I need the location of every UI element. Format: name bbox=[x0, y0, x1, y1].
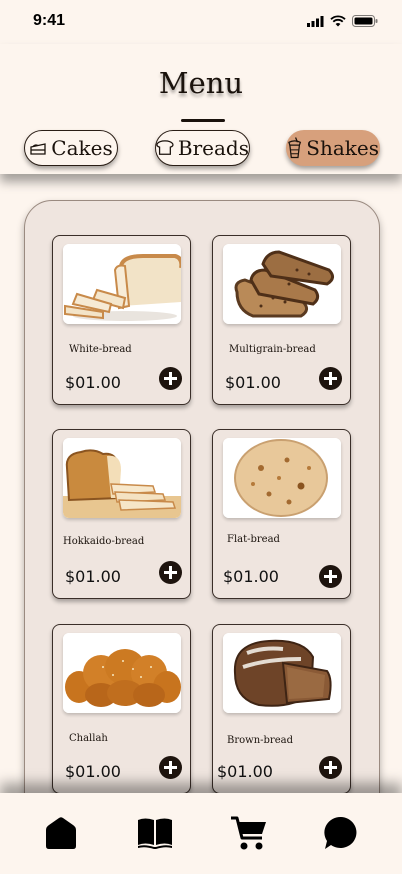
status-time: 9:41 bbox=[33, 12, 66, 29]
product-price: $01.00 bbox=[65, 567, 121, 586]
tab-cakes[interactable]: Cakes bbox=[24, 130, 118, 166]
product-panel[interactable]: White-bread $01.00 Multigrain-bread $01.… bbox=[24, 200, 380, 812]
flat-bread-image bbox=[223, 438, 341, 518]
tab-breads[interactable]: Breads bbox=[155, 130, 250, 166]
add-to-cart-button[interactable] bbox=[319, 565, 342, 588]
product-price: $01.00 bbox=[217, 762, 273, 781]
product-card[interactable]: Hokkaido-bread $01.00 bbox=[52, 429, 191, 599]
nav-cart[interactable] bbox=[229, 813, 269, 853]
product-name: White-bread bbox=[69, 344, 132, 355]
hokkaido-bread-image bbox=[63, 438, 181, 518]
product-card[interactable]: White-bread $01.00 bbox=[52, 235, 191, 405]
book-icon bbox=[138, 818, 172, 849]
product-price: $01.00 bbox=[225, 373, 281, 392]
product-name: Challah bbox=[69, 733, 108, 744]
status-icons bbox=[307, 15, 378, 27]
bread-icon bbox=[156, 140, 174, 155]
home-icon bbox=[46, 817, 76, 849]
add-to-cart-button[interactable] bbox=[159, 756, 182, 779]
signal-icon bbox=[307, 15, 324, 27]
product-price: $01.00 bbox=[223, 567, 279, 586]
multigrain-bread-image bbox=[223, 244, 341, 324]
white-bread-image bbox=[63, 244, 181, 324]
product-name: Hokkaido-bread bbox=[63, 536, 145, 547]
add-to-cart-button[interactable] bbox=[319, 367, 342, 390]
tab-shakes-label: Shakes bbox=[306, 136, 379, 160]
product-card[interactable]: Flat-bread $01.00 bbox=[212, 429, 351, 599]
product-price: $01.00 bbox=[65, 373, 121, 392]
product-card[interactable]: Multigrain-bread $01.00 bbox=[212, 235, 351, 405]
nav-home[interactable] bbox=[41, 813, 81, 853]
brown-bread-image bbox=[223, 633, 341, 713]
product-name: Brown-bread bbox=[227, 735, 293, 746]
shake-icon bbox=[288, 137, 302, 159]
add-to-cart-button[interactable] bbox=[319, 756, 342, 779]
battery-icon bbox=[352, 15, 378, 27]
add-to-cart-button[interactable] bbox=[159, 561, 182, 584]
header: Menu Cakes Breads Shakes bbox=[0, 44, 402, 174]
nav-chat[interactable] bbox=[321, 813, 361, 853]
nav-menu[interactable] bbox=[135, 813, 175, 853]
status-bar: 9:41 bbox=[0, 0, 402, 44]
chat-icon bbox=[324, 816, 357, 849]
product-card[interactable]: Challah $01.00 bbox=[52, 624, 191, 794]
add-to-cart-button[interactable] bbox=[159, 367, 182, 390]
tab-cakes-label: Cakes bbox=[51, 136, 113, 160]
product-card[interactable]: Brown-bread $01.00 bbox=[212, 624, 351, 794]
wifi-icon bbox=[330, 15, 346, 27]
cart-icon bbox=[231, 816, 266, 850]
title-underline bbox=[181, 119, 225, 122]
page-title: Menu bbox=[158, 66, 244, 100]
product-name: Flat-bread bbox=[227, 534, 280, 545]
product-price: $01.00 bbox=[65, 762, 121, 781]
tab-breads-label: Breads bbox=[177, 136, 249, 160]
cake-icon bbox=[30, 143, 46, 155]
tab-shakes[interactable]: Shakes bbox=[286, 130, 380, 166]
product-name: Multigrain-bread bbox=[229, 344, 316, 355]
challah-image bbox=[63, 633, 181, 713]
bottom-nav bbox=[0, 793, 402, 874]
